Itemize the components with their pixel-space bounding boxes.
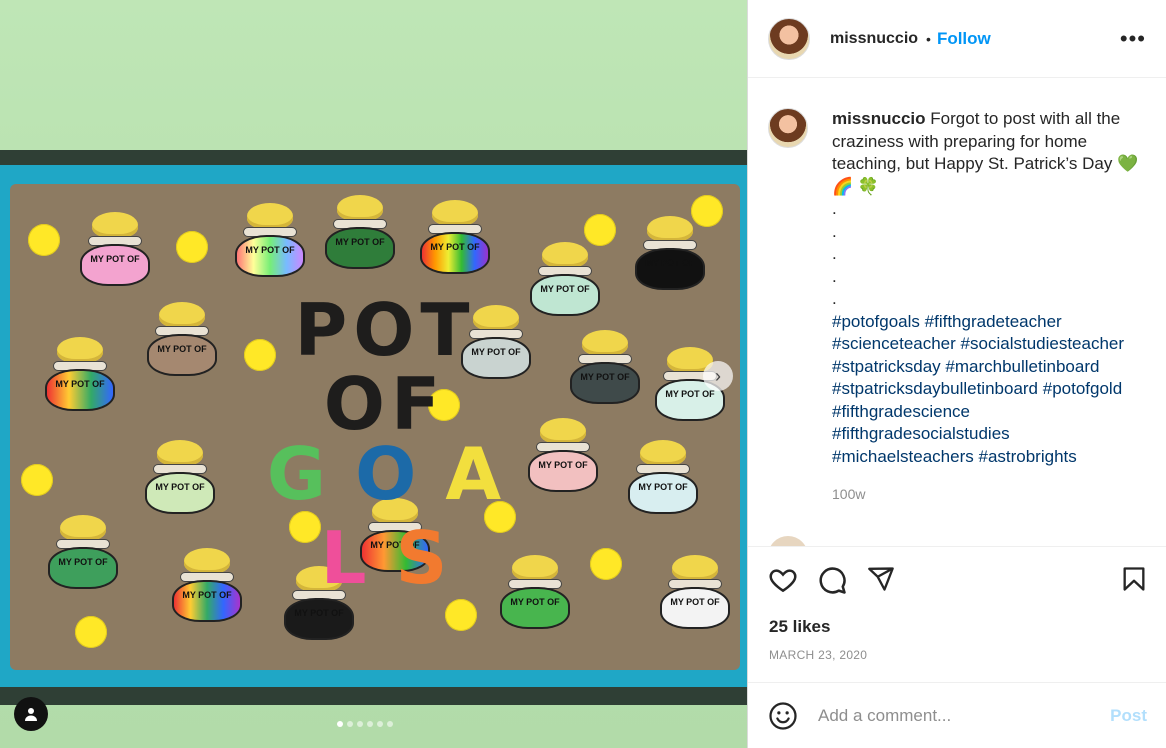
coin (590, 548, 622, 580)
pot-of-gold (48, 515, 118, 589)
coin (28, 224, 60, 256)
caption-dot: . (832, 244, 837, 263)
carousel-dot (337, 721, 343, 727)
coin (244, 339, 276, 371)
caption: missnuccio Forgot to post with all the c… (768, 108, 1148, 468)
heart-icon[interactable] (768, 565, 798, 595)
coin (176, 231, 208, 263)
hashtag-link[interactable]: #stpatricksdaybulletinboard (832, 379, 1038, 398)
caption-dot: . (832, 289, 837, 308)
pot-of-gold (628, 440, 698, 514)
post-sidebar: missnuccio • Follow ••• missnuccio Forgo… (747, 0, 1166, 748)
hashtag-link[interactable]: #potofgoals (832, 312, 920, 331)
pot-of-gold (360, 498, 430, 572)
comment-input[interactable]: Add a comment... (818, 706, 1110, 726)
pot-of-gold (420, 200, 490, 274)
bookmark-icon[interactable] (1120, 565, 1148, 593)
follow-button[interactable]: Follow (937, 29, 991, 49)
coin (289, 511, 321, 543)
caption-emojis: 🌈 🍀 (832, 176, 880, 196)
caption-dot: . (832, 221, 837, 241)
user-tag-icon (25, 708, 37, 721)
pot-of-gold (500, 555, 570, 629)
likes-count[interactable]: 25 likes (769, 617, 830, 637)
caption-username[interactable]: missnuccio (832, 109, 926, 128)
hashtag-link[interactable]: #potofgold (1043, 379, 1122, 398)
carousel-dot (377, 721, 383, 727)
post-date[interactable]: MARCH 23, 2020 (769, 648, 867, 662)
pot-of-gold (284, 566, 354, 640)
pot-of-gold (45, 337, 115, 411)
pot-of-gold (172, 548, 242, 622)
caption-timestamp[interactable]: 100w (832, 486, 865, 502)
share-icon[interactable] (867, 565, 895, 593)
pot-of-gold (528, 418, 598, 492)
hashtag-link[interactable]: #astrobrights (978, 447, 1076, 466)
post-actions: 25 likes MARCH 23, 2020 (748, 546, 1166, 682)
hashtag-link[interactable]: #marchbulletinboard (945, 357, 1099, 376)
carousel-dot (357, 721, 363, 727)
chevron-right-icon: › (715, 365, 721, 386)
pot-of-gold (635, 216, 705, 290)
hashtag-link[interactable]: #scienceteacher (832, 334, 956, 353)
more-options-button[interactable]: ••• (1120, 26, 1146, 52)
coin (75, 616, 107, 648)
caption-text: missnuccio Forgot to post with all the c… (832, 108, 1148, 468)
post-header: missnuccio • Follow ••• (748, 0, 1166, 78)
next-comment-peek (768, 536, 1148, 546)
coin (445, 599, 477, 631)
pot-of-gold (147, 302, 217, 376)
caption-dot: . (832, 266, 837, 286)
pot-of-gold (235, 203, 305, 277)
caption-dot: . (832, 199, 837, 218)
comment-bar: Add a comment... Post (748, 682, 1166, 748)
carousel-dot (387, 721, 393, 727)
pot-of-gold (145, 440, 215, 514)
coin (21, 464, 53, 496)
coin (484, 501, 516, 533)
post-comment-button[interactable]: Post (1110, 706, 1147, 726)
post-dialog: POT OF G O A L S › missn (0, 0, 1166, 748)
pot-of-gold (530, 242, 600, 316)
carousel-pager (337, 721, 393, 727)
hashtag-link[interactable]: #fifthgradesocialstudies (832, 424, 1010, 443)
hashtag-link[interactable]: #stpatricksday (832, 357, 941, 376)
hashtag-link[interactable]: #fifthgradeteacher (925, 312, 1062, 331)
carousel-dot (367, 721, 373, 727)
next-slide-button[interactable]: › (703, 361, 733, 391)
username-link[interactable]: missnuccio (830, 30, 918, 48)
coin (428, 389, 460, 421)
comment-icon[interactable] (817, 565, 847, 595)
carousel-dot (347, 721, 353, 727)
pot-of-gold (80, 212, 150, 286)
emoji-icon[interactable] (768, 701, 798, 731)
action-icons (768, 565, 1148, 595)
hashtag-link[interactable]: #michaelsteachers (832, 447, 974, 466)
pot-of-gold (570, 330, 640, 404)
pot-of-gold (461, 305, 531, 379)
avatar[interactable] (768, 17, 810, 60)
avatar[interactable] (768, 108, 808, 148)
avatar (768, 536, 808, 546)
pot-of-gold (325, 195, 395, 269)
post-media[interactable]: POT OF G O A L S › (0, 0, 747, 748)
hashtag-link[interactable]: #socialstudiesteacher (961, 334, 1124, 353)
hashtag-link[interactable]: #fifthgradescience (832, 402, 970, 421)
pot-of-gold (660, 555, 730, 629)
caption-area: missnuccio Forgot to post with all the c… (748, 78, 1166, 546)
user-tag-button[interactable] (14, 697, 48, 731)
separator-dot: • (926, 30, 931, 47)
